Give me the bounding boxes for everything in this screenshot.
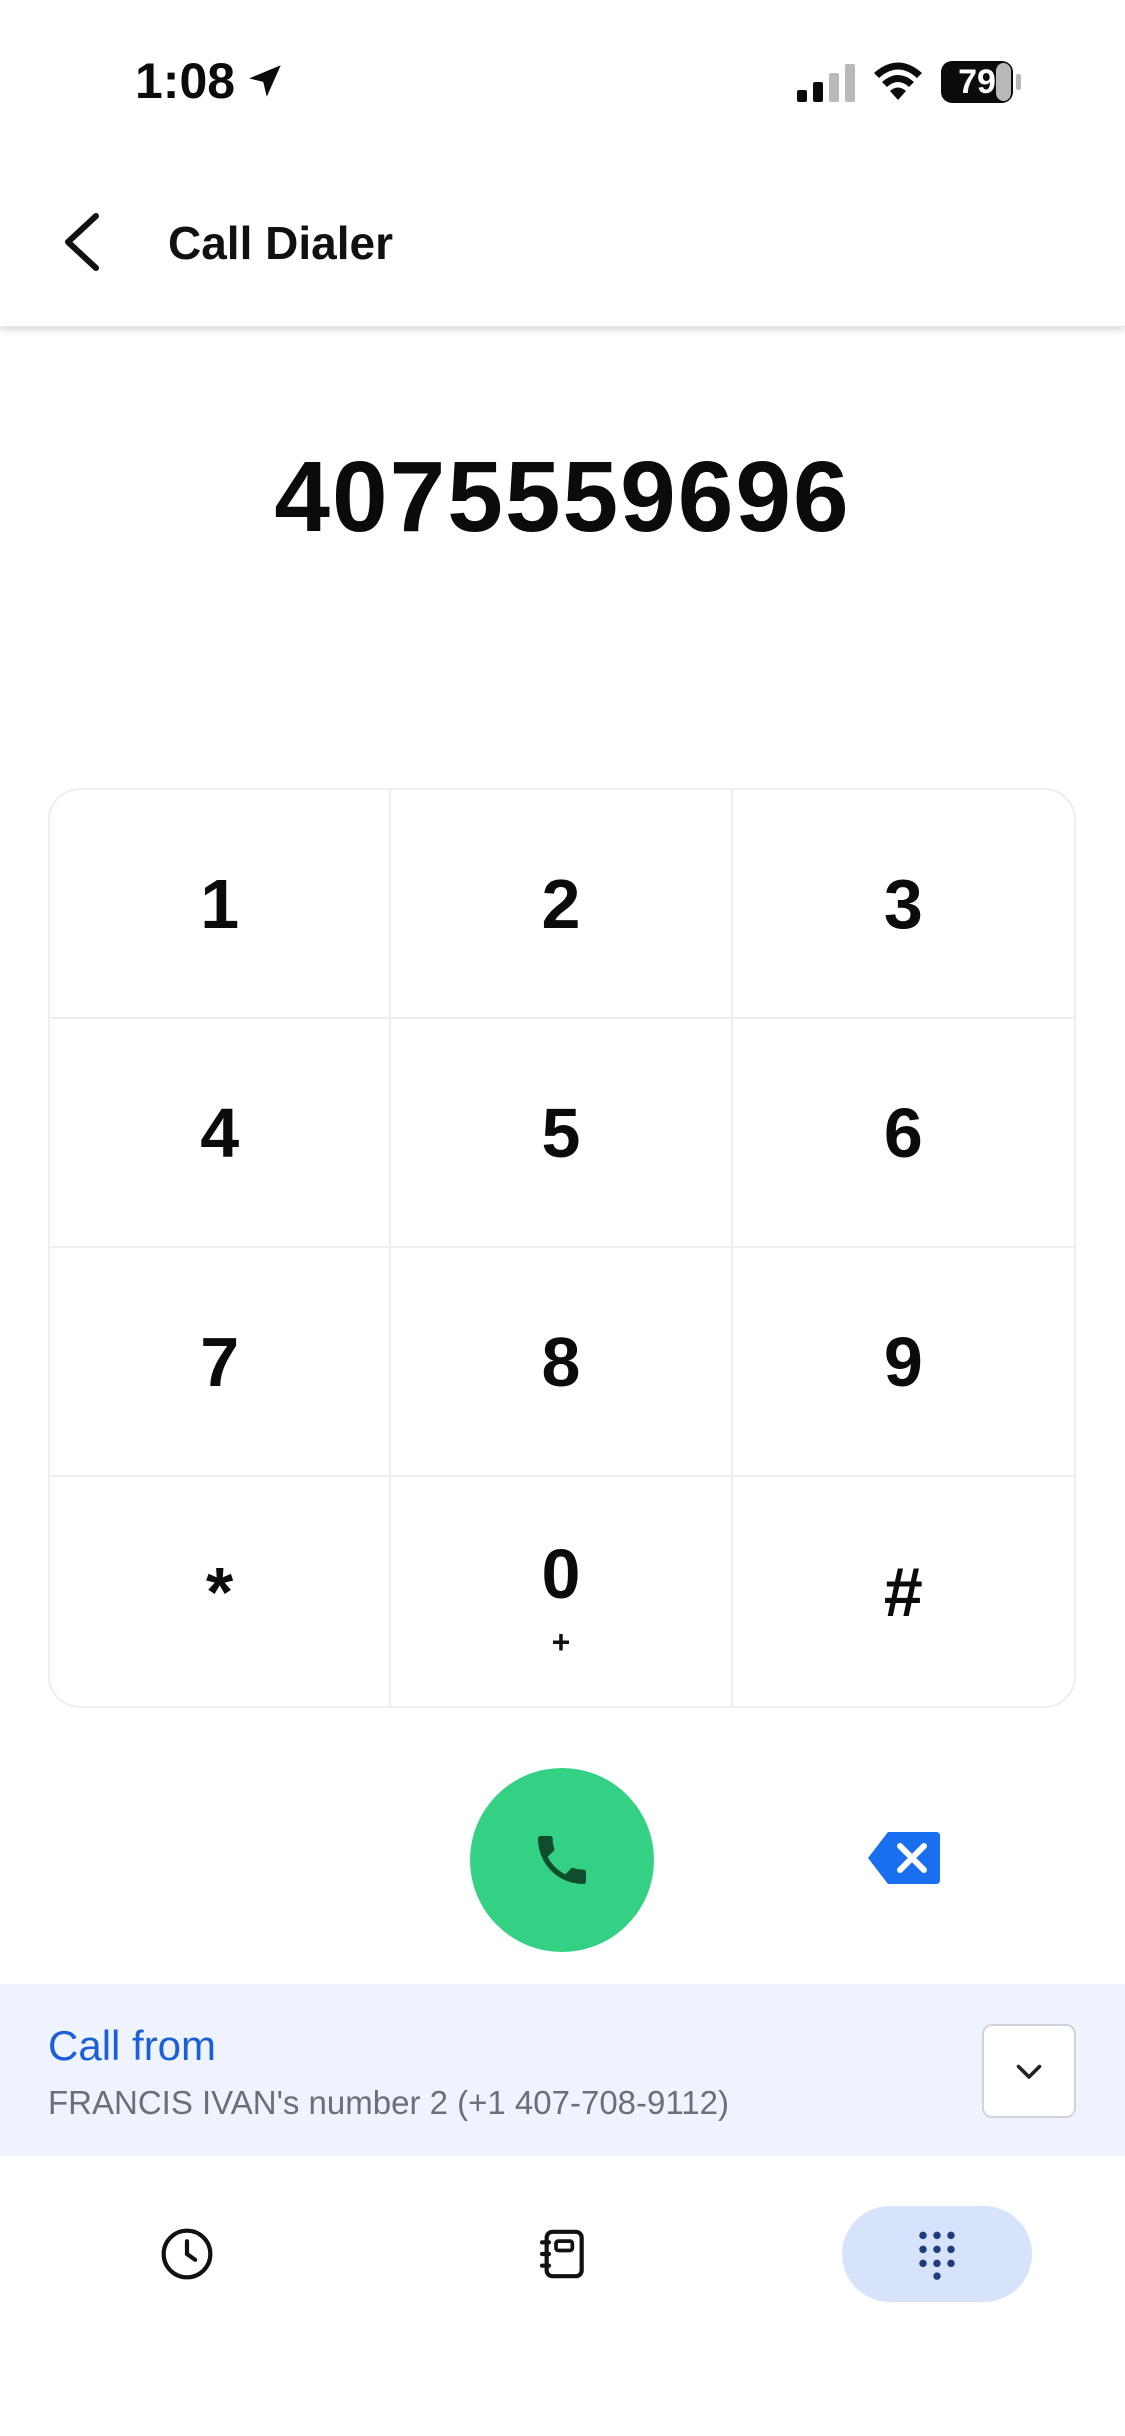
- key-9[interactable]: 9: [732, 1248, 1074, 1477]
- tab-recents[interactable]: [92, 2206, 282, 2302]
- key-digit: 2: [541, 864, 581, 943]
- call-from-dropdown-button[interactable]: [982, 2024, 1076, 2118]
- battery-level: 79: [958, 63, 996, 101]
- clock-icon: [161, 2228, 213, 2280]
- call-from-section: Call from FRANCIS IVAN's number 2 (+1 40…: [0, 1984, 1125, 2156]
- key-7[interactable]: 7: [50, 1248, 392, 1477]
- key-5[interactable]: 5: [391, 1019, 733, 1248]
- key-digit: 8: [541, 1322, 581, 1401]
- key-digit: 9: [883, 1322, 923, 1401]
- wifi-icon: [874, 62, 922, 100]
- header: Call Dialer: [0, 150, 1125, 327]
- key-3[interactable]: 3: [732, 790, 1074, 1019]
- key-digit: 0: [541, 1535, 581, 1613]
- key-2[interactable]: 2: [391, 790, 733, 1019]
- tab-contacts[interactable]: [468, 2206, 658, 2302]
- key-0[interactable]: 0 +: [391, 1477, 733, 1706]
- call-from-label: Call from: [48, 2022, 217, 2069]
- call-from-number: FRANCIS IVAN's number 2 (+1 407-708-9112…: [48, 2084, 729, 2121]
- status-time: 1:08: [135, 53, 236, 109]
- call-dialer-screen: 1:08 79 Call Dialer 4075559696 1 2 3 4 5…: [0, 0, 1125, 2436]
- bottom-tab-bar: [0, 2156, 1125, 2436]
- phone-icon: [538, 1836, 586, 1884]
- key-digit: 6: [883, 1093, 923, 1172]
- dial-keypad: 1 2 3 4 5 6 7 8 9 * 0 + #: [48, 788, 1076, 1708]
- key-4[interactable]: 4: [50, 1019, 392, 1248]
- key-digit: #: [883, 1552, 923, 1631]
- key-digit: 4: [200, 1093, 240, 1172]
- key-digit: *: [206, 1552, 234, 1631]
- key-8[interactable]: 8: [391, 1248, 733, 1477]
- tab-keypad[interactable]: [842, 2206, 1032, 2302]
- page-title: Call Dialer: [168, 217, 393, 269]
- key-digit: 5: [541, 1093, 581, 1172]
- key-6[interactable]: 6: [732, 1019, 1074, 1248]
- keypad-dots-icon: [919, 2231, 955, 2280]
- key-1[interactable]: 1: [50, 790, 392, 1019]
- dialed-number-display: 4075559696: [274, 441, 851, 553]
- key-sub-label: +: [551, 1624, 571, 1660]
- call-button[interactable]: [470, 1768, 654, 1952]
- contacts-book-icon: [539, 2229, 584, 2279]
- key-digit: 7: [200, 1322, 240, 1401]
- key-digit: 1: [200, 864, 240, 943]
- key-digit: 3: [883, 864, 923, 943]
- location-arrow-icon: [249, 65, 281, 97]
- key-hash[interactable]: #: [733, 1477, 1074, 1706]
- backspace-icon[interactable]: [866, 1830, 942, 1886]
- chevron-down-icon: [1016, 2064, 1042, 2079]
- back-chevron-icon[interactable]: [56, 210, 112, 274]
- key-star[interactable]: *: [50, 1477, 392, 1706]
- status-bar: 1:08 79: [0, 0, 1125, 150]
- cellular-signal-icon: [797, 64, 855, 102]
